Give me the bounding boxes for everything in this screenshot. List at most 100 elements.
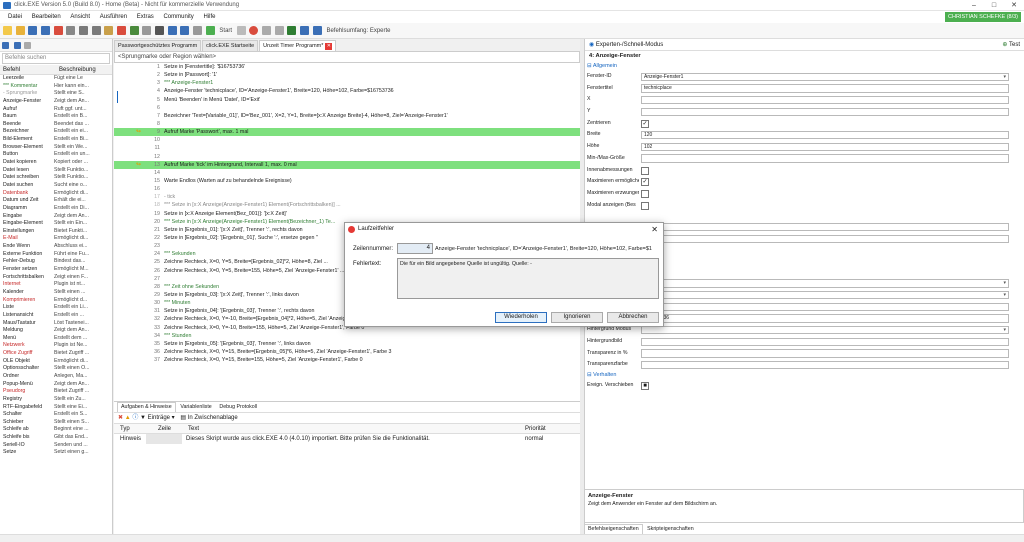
tab-close-icon[interactable]: ✕	[325, 43, 333, 50]
code-line[interactable]: 2 Setze in [Passwort]: '1'	[114, 71, 580, 79]
category-allgemein[interactable]: ⊟ Allgemein	[585, 62, 1024, 71]
code-line[interactable]: 37 Zeichne Rechteck, X=0, Y=15, Breite=15…	[114, 356, 580, 364]
menu-community[interactable]: Community	[163, 11, 193, 23]
command-item[interactable]: Anzeige-Fenster Zeigt dem An...	[0, 98, 112, 106]
property-input[interactable]	[641, 302, 1009, 311]
doc-tab[interactable]: click.EXE Startseite	[202, 40, 259, 51]
tab-debug-log[interactable]: Debug Protokoll	[216, 403, 260, 412]
filter-icon[interactable]: ▼	[140, 415, 146, 421]
code-line[interactable]: 11	[114, 144, 580, 152]
step-icon[interactable]	[262, 26, 272, 35]
error-text-box[interactable]: Die für ein Bild angegebene Quelle ist u…	[397, 258, 659, 299]
scope-select[interactable]: Befehlsumfang: Experte	[326, 23, 390, 39]
error-filter-icon[interactable]: ✖	[118, 415, 123, 421]
indent-icon[interactable]	[167, 26, 177, 35]
command-item[interactable]: Beende Beendet das ...	[0, 121, 112, 129]
property-input[interactable]	[641, 337, 1009, 347]
property-select[interactable]: ▾	[641, 325, 1009, 335]
menu-ausfuehren[interactable]: Ausführen	[100, 11, 127, 23]
menu-hilfe[interactable]: Hilfe	[203, 11, 215, 23]
stop-icon[interactable]	[249, 26, 259, 35]
command-item[interactable]: Seriell-IO Senden und ...	[0, 442, 112, 450]
command-item[interactable]: Eingabe Zeigt dem An...	[0, 213, 112, 221]
paste-icon[interactable]	[104, 26, 114, 35]
command-item[interactable]: Fehler-Debug Bindest das...	[0, 258, 112, 266]
property-select[interactable]: -▾	[641, 290, 1009, 300]
property-select[interactable]: Anzeige-Fenster1 ▾	[641, 72, 1009, 81]
open-icon[interactable]	[15, 26, 25, 35]
command-item[interactable]: *** Kommentar Hier kann ein...	[0, 83, 112, 91]
command-item[interactable]: Einstellungen Bietet Funkti...	[0, 228, 112, 236]
property-select-empty[interactable]	[641, 234, 1009, 244]
sort-icon[interactable]	[2, 42, 9, 49]
maximize-icon[interactable]: □	[984, 0, 1004, 11]
command-item[interactable]: Browser-Element Stellt ein We...	[0, 144, 112, 152]
property-input[interactable]: $16753736	[641, 314, 1009, 323]
code-line[interactable]: 1 Setze in [Fenstertitle]: '$16753736'	[114, 63, 580, 71]
property-input[interactable]	[641, 154, 1009, 163]
property-input[interactable]: 120	[641, 130, 1009, 140]
undo-icon[interactable]	[129, 26, 139, 35]
save-all-icon[interactable]	[41, 26, 51, 35]
compile-icon[interactable]	[287, 26, 297, 35]
command-item[interactable]: Bezeichner Erstellt ein ei...	[0, 128, 112, 136]
cut-icon[interactable]	[79, 26, 89, 35]
step-over-icon[interactable]	[274, 26, 284, 35]
command-item[interactable]: Liste Erstellt ein Li...	[0, 304, 112, 312]
save-icon[interactable]	[28, 26, 38, 35]
command-item[interactable]: Ende Wenn Abschluss ei...	[0, 243, 112, 251]
command-item[interactable]: Bild-Element Erstellt ein Bi...	[0, 136, 112, 144]
list-view-icon[interactable]	[24, 42, 32, 49]
property-input-empty[interactable]	[641, 222, 1009, 232]
code-line[interactable]: 10	[114, 136, 580, 144]
command-item[interactable]: Baum Erstellt ein B...	[0, 113, 112, 121]
code-line[interactable]: 4 Anzeige-Fenster 'technicplace', ID='Anz…	[114, 87, 580, 95]
retry-button[interactable]: Wiederholen	[495, 312, 547, 323]
new-icon[interactable]	[3, 26, 12, 35]
code-line[interactable]: 35 Setze in [Ergebnis_05]: '[Ergebnis_03]…	[114, 340, 580, 348]
property-checkbox[interactable]	[641, 201, 649, 210]
menu-bearbeiten[interactable]: Bearbeiten	[32, 11, 61, 23]
settings-icon[interactable]	[300, 26, 310, 35]
entries-dropdown[interactable]: Einträge	[148, 415, 170, 421]
command-item[interactable]: Listenansicht Erstellt ein ...	[0, 312, 112, 320]
jump-select[interactable]: <Sprungmarke oder Region wählen>	[114, 51, 580, 63]
code-line[interactable]: 12	[114, 153, 580, 161]
code-line[interactable]: 17 - tick	[114, 193, 580, 201]
help-icon[interactable]	[312, 26, 322, 35]
command-item[interactable]: Aufruf Ruft ggf. unt...	[0, 106, 112, 114]
command-item[interactable]: Datenbank Ermöglicht di...	[0, 190, 112, 198]
command-item[interactable]: Schalter Erstellt ein S...	[0, 411, 112, 419]
tab-tasks[interactable]: Aufgaben & Hinweise	[117, 402, 176, 412]
command-item[interactable]: Meldung Zeigt dem An...	[0, 327, 112, 335]
code-line[interactable]: 6	[114, 104, 580, 112]
doc-tab[interactable]: Unzeit Timer Programm* ✕	[259, 40, 337, 51]
command-item[interactable]: Registry Stellt ein Zu...	[0, 396, 112, 404]
command-item[interactable]: Schieber Stellt einen S...	[0, 419, 112, 427]
outdent-icon[interactable]	[180, 26, 190, 35]
command-item[interactable]: Pseudorg Bietet Zugriff ...	[0, 388, 112, 396]
mode-icon[interactable]: ◉	[589, 42, 594, 48]
command-item[interactable]: Datei kopieren Kopiert oder ...	[0, 159, 112, 167]
menu-extras[interactable]: Extras	[137, 11, 154, 23]
property-input[interactable]	[641, 95, 1009, 105]
start-label[interactable]: Start	[219, 23, 232, 39]
property-checkbox[interactable]	[641, 166, 649, 175]
close-script-icon[interactable]	[53, 26, 63, 35]
line-number-field[interactable]: 4	[397, 243, 433, 254]
mode-toggle[interactable]: Experten-/Schnell-Modus	[596, 42, 663, 48]
command-item[interactable]: E-Mail Ermöglicht di...	[0, 235, 112, 243]
code-line[interactable]: 14	[114, 169, 580, 177]
minimize-icon[interactable]: –	[964, 0, 984, 11]
clipboard-icon[interactable]: ▤	[180, 415, 186, 421]
menu-datei[interactable]: Datei	[8, 11, 22, 23]
code-line[interactable]: 15 Warte Endlos (Warten auf zu behandelnd…	[114, 177, 580, 185]
command-item[interactable]: Ordner Anlegen, Ma...	[0, 373, 112, 381]
command-item[interactable]: Komprimieren Ermöglicht d...	[0, 297, 112, 305]
property-checkbox[interactable]: ✓	[641, 178, 649, 187]
command-item[interactable]: Datei lesen Stellt Funktio...	[0, 167, 112, 175]
command-item[interactable]: Internet Plugin ist nt...	[0, 281, 112, 289]
code-line[interactable]: 19 Setze in [x:X Anzeige Element(Bez_001)…	[114, 210, 580, 218]
col-befehl[interactable]: Befehl	[0, 65, 56, 74]
property-checkbox[interactable]: ✓	[641, 119, 649, 128]
